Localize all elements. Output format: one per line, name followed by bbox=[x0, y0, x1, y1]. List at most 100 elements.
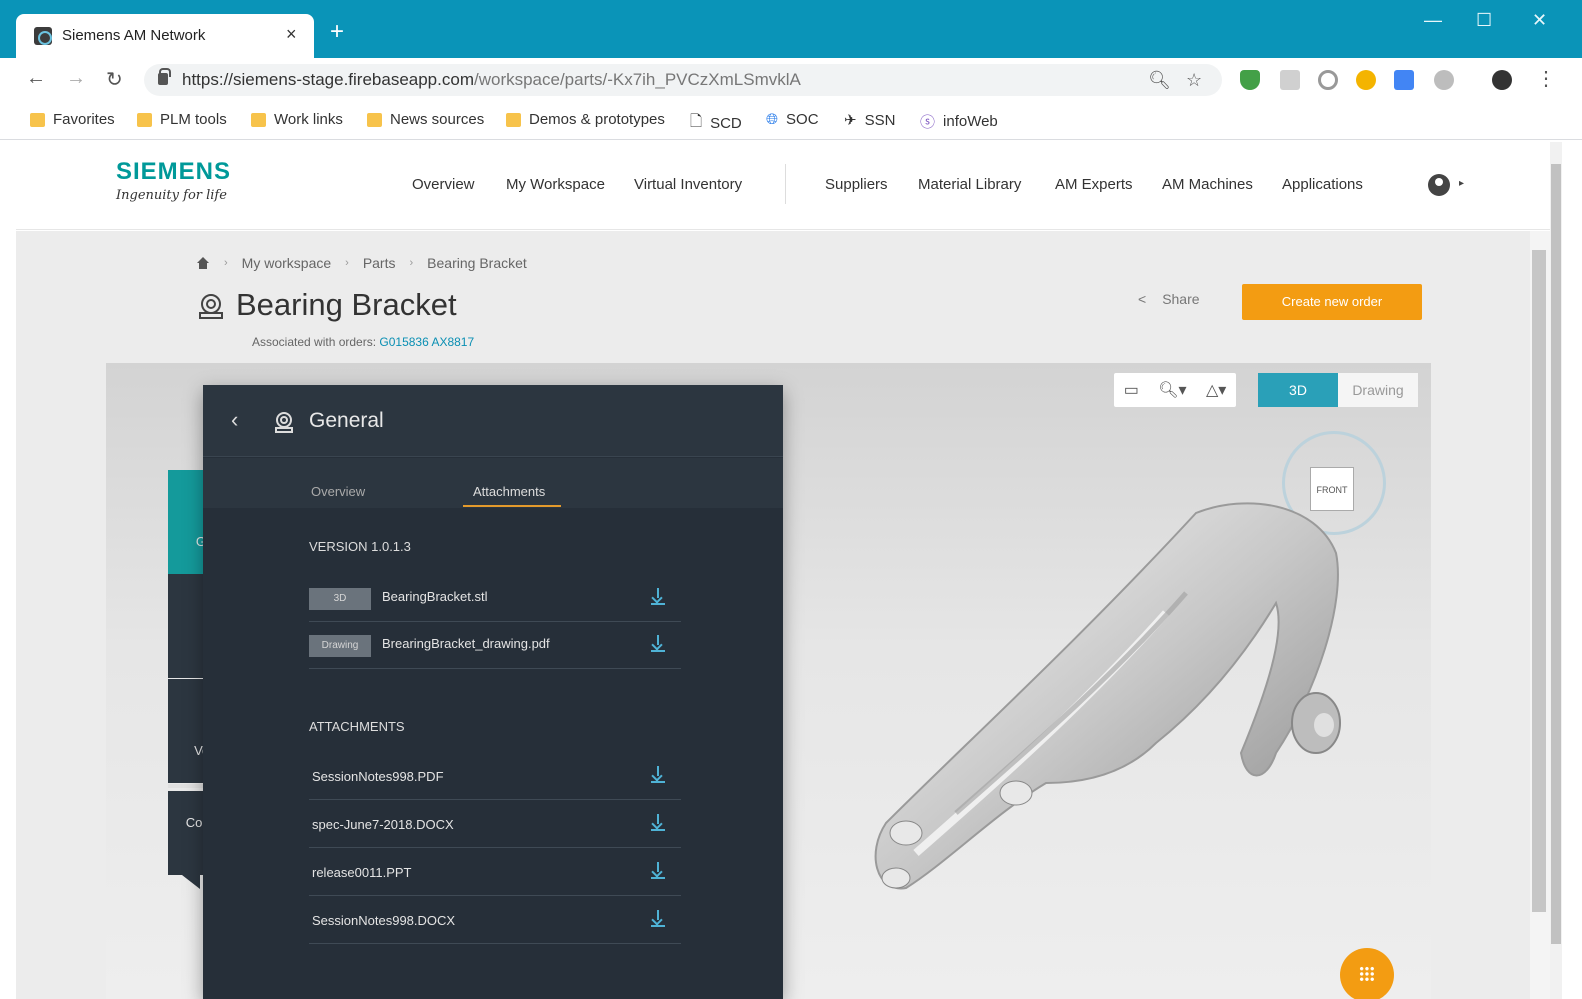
version-file-row[interactable]: 3D BearingBracket.stl bbox=[309, 575, 681, 622]
apps-grid-button[interactable] bbox=[1340, 948, 1394, 999]
bookmark-work-links[interactable]: Work links bbox=[251, 111, 343, 128]
siemens-logo[interactable]: SIEMENS Ingenuity for life bbox=[116, 158, 231, 203]
shape-tool-icon[interactable]: △▾ bbox=[1206, 380, 1226, 400]
nav-suppliers[interactable]: Suppliers bbox=[825, 176, 888, 193]
nav-overview[interactable]: Overview bbox=[412, 176, 475, 193]
bookmark-star-icon[interactable]: ☆ bbox=[1186, 70, 1202, 91]
back-arrow-icon[interactable]: ← bbox=[26, 67, 46, 90]
profile-icon[interactable] bbox=[1492, 70, 1512, 90]
nav-applications[interactable]: Applications bbox=[1282, 176, 1363, 193]
general-panel: ‹ General Overview Attachments VERSION 1… bbox=[203, 385, 783, 999]
minimize-icon[interactable]: — bbox=[1424, 10, 1442, 31]
nav-am-experts[interactable]: AM Experts bbox=[1055, 176, 1133, 193]
browser-tab-strip: Siemens AM Network × + — ☐ ✕ bbox=[0, 0, 1582, 58]
address-bar[interactable]: https://siemens-stage.firebaseapp.com/wo… bbox=[144, 64, 1222, 96]
file-type-badge: Drawing bbox=[309, 635, 371, 657]
nav-material-library[interactable]: Material Library bbox=[918, 176, 1021, 193]
tab-attachments[interactable]: Attachments bbox=[473, 484, 545, 499]
download-icon[interactable] bbox=[651, 588, 665, 606]
browser-toolbar: ← → ↻ https://siemens-stage.firebaseapp.… bbox=[0, 58, 1582, 102]
attachment-name[interactable]: release0011.PPT bbox=[312, 865, 412, 880]
attachment-name[interactable]: spec-June7-2018.DOCX bbox=[312, 817, 454, 832]
circle-extension-icon[interactable] bbox=[1318, 70, 1338, 90]
order-links[interactable]: G015836 AX8817 bbox=[379, 335, 474, 349]
download-icon[interactable] bbox=[651, 862, 665, 880]
download-icon[interactable] bbox=[651, 635, 665, 653]
general-header-icon bbox=[275, 412, 293, 433]
breadcrumb-current: Bearing Bracket bbox=[427, 255, 527, 271]
browser-tab[interactable]: Siemens AM Network × bbox=[16, 14, 314, 58]
bookmark-news-sources[interactable]: News sources bbox=[367, 111, 484, 128]
download-icon[interactable] bbox=[651, 766, 665, 784]
coin-extension-icon[interactable] bbox=[1356, 70, 1376, 90]
download-icon[interactable] bbox=[651, 814, 665, 832]
zoom-icon[interactable]: 🔍︎ bbox=[1148, 70, 1171, 91]
close-window-icon[interactable]: ✕ bbox=[1532, 10, 1547, 31]
page-title: Bearing Bracket bbox=[236, 287, 457, 322]
bearing-bracket-model[interactable] bbox=[846, 493, 1386, 893]
viewer-toolbar: ▭ 🔍︎▾ △▾ bbox=[1114, 373, 1236, 407]
attachment-name[interactable]: SessionNotes998.DOCX bbox=[312, 913, 455, 928]
menu-kebab-icon[interactable]: ⋮ bbox=[1536, 66, 1556, 91]
attachment-row[interactable]: spec-June7-2018.DOCX bbox=[309, 801, 681, 848]
collaborate-indicator bbox=[168, 784, 204, 788]
bookmark-infoweb[interactable]: ⓢ infoWeb bbox=[920, 111, 998, 132]
nav-virtual-inventory[interactable]: Virtual Inventory bbox=[634, 176, 742, 193]
share-button[interactable]: < Share bbox=[1138, 291, 1200, 307]
nav-am-machines[interactable]: AM Machines bbox=[1162, 176, 1253, 193]
ssn-icon: ✈ bbox=[844, 112, 857, 129]
siemens-favicon-icon bbox=[34, 27, 52, 45]
extension-icon[interactable] bbox=[1280, 70, 1300, 90]
create-new-order-button[interactable]: Create new order bbox=[1242, 284, 1422, 320]
logo-wordmark: SIEMENS bbox=[116, 158, 232, 185]
shield-extension-icon[interactable] bbox=[1240, 70, 1260, 90]
home-icon[interactable] bbox=[196, 257, 210, 269]
mode-drawing-button[interactable]: Drawing bbox=[1338, 373, 1418, 407]
new-tab-button[interactable]: + bbox=[330, 20, 344, 44]
breadcrumb-my-workspace[interactable]: My workspace bbox=[242, 255, 331, 271]
associated-orders: Associated with orders: G015836 AX8817 bbox=[252, 335, 475, 349]
bookmark-plm-tools[interactable]: PLM tools bbox=[137, 111, 227, 128]
user-avatar-icon[interactable] bbox=[1428, 174, 1450, 196]
mode-3d-button[interactable]: 3D bbox=[1258, 373, 1338, 407]
tab-overview[interactable]: Overview bbox=[311, 484, 365, 499]
reload-icon[interactable]: ↻ bbox=[106, 67, 123, 92]
chevron-right-icon: › bbox=[224, 257, 228, 269]
window-scrollbar-thumb[interactable] bbox=[1551, 164, 1561, 944]
file-name[interactable]: BrearingBracket_drawing.pdf bbox=[382, 636, 550, 651]
download-icon[interactable] bbox=[651, 910, 665, 928]
bookmark-soc[interactable]: 🌐︎ SOC bbox=[766, 111, 819, 128]
grey-extension-icon[interactable] bbox=[1434, 70, 1454, 90]
nav-my-workspace[interactable]: My Workspace bbox=[506, 176, 605, 193]
maximize-icon[interactable]: ☐ bbox=[1476, 10, 1492, 31]
logo-tagline: Ingenuity for life bbox=[116, 188, 227, 203]
attachment-name[interactable]: SessionNotes998.PDF bbox=[312, 769, 444, 784]
back-chevron-icon[interactable]: ‹ bbox=[231, 407, 238, 433]
chevron-right-icon: › bbox=[345, 257, 349, 269]
forward-arrow-icon[interactable]: → bbox=[66, 67, 86, 90]
bookmark-demos[interactable]: Demos & prototypes bbox=[506, 111, 665, 128]
url-text: https://siemens-stage.firebaseapp.com/wo… bbox=[182, 70, 801, 89]
file-name[interactable]: BearingBracket.stl bbox=[382, 589, 488, 604]
attachment-row[interactable]: SessionNotes998.DOCX bbox=[309, 897, 681, 944]
bookmark-favorites[interactable]: Favorites bbox=[30, 111, 115, 128]
file-type-badge: 3D bbox=[309, 588, 371, 610]
caret-right-icon[interactable]: ▸ bbox=[1459, 178, 1464, 189]
bookmark-scd[interactable]: 🗋 SCD bbox=[690, 111, 742, 136]
part-gear-icon bbox=[199, 294, 223, 319]
panel-tabs: Overview Attachments bbox=[203, 458, 783, 508]
close-tab-icon[interactable]: × bbox=[286, 24, 297, 45]
chevron-right-icon: › bbox=[409, 257, 414, 269]
version-file-row[interactable]: Drawing BrearingBracket_drawing.pdf bbox=[309, 622, 681, 669]
ruler-icon[interactable]: ▭ bbox=[1124, 380, 1139, 400]
breadcrumb-parts[interactable]: Parts bbox=[363, 255, 396, 271]
zoom-tool-icon[interactable]: 🔍︎▾ bbox=[1158, 380, 1186, 400]
globe-icon: 🌐︎ bbox=[766, 111, 779, 128]
lock-icon bbox=[158, 68, 171, 85]
page-scrollbar-thumb[interactable] bbox=[1532, 250, 1546, 912]
attachment-row[interactable]: SessionNotes998.PDF bbox=[309, 753, 681, 800]
bookmark-ssn[interactable]: ✈ SSN bbox=[844, 111, 895, 130]
translate-extension-icon[interactable] bbox=[1394, 70, 1414, 90]
attachment-row[interactable]: release0011.PPT bbox=[309, 849, 681, 896]
share-label: Share bbox=[1162, 291, 1200, 307]
